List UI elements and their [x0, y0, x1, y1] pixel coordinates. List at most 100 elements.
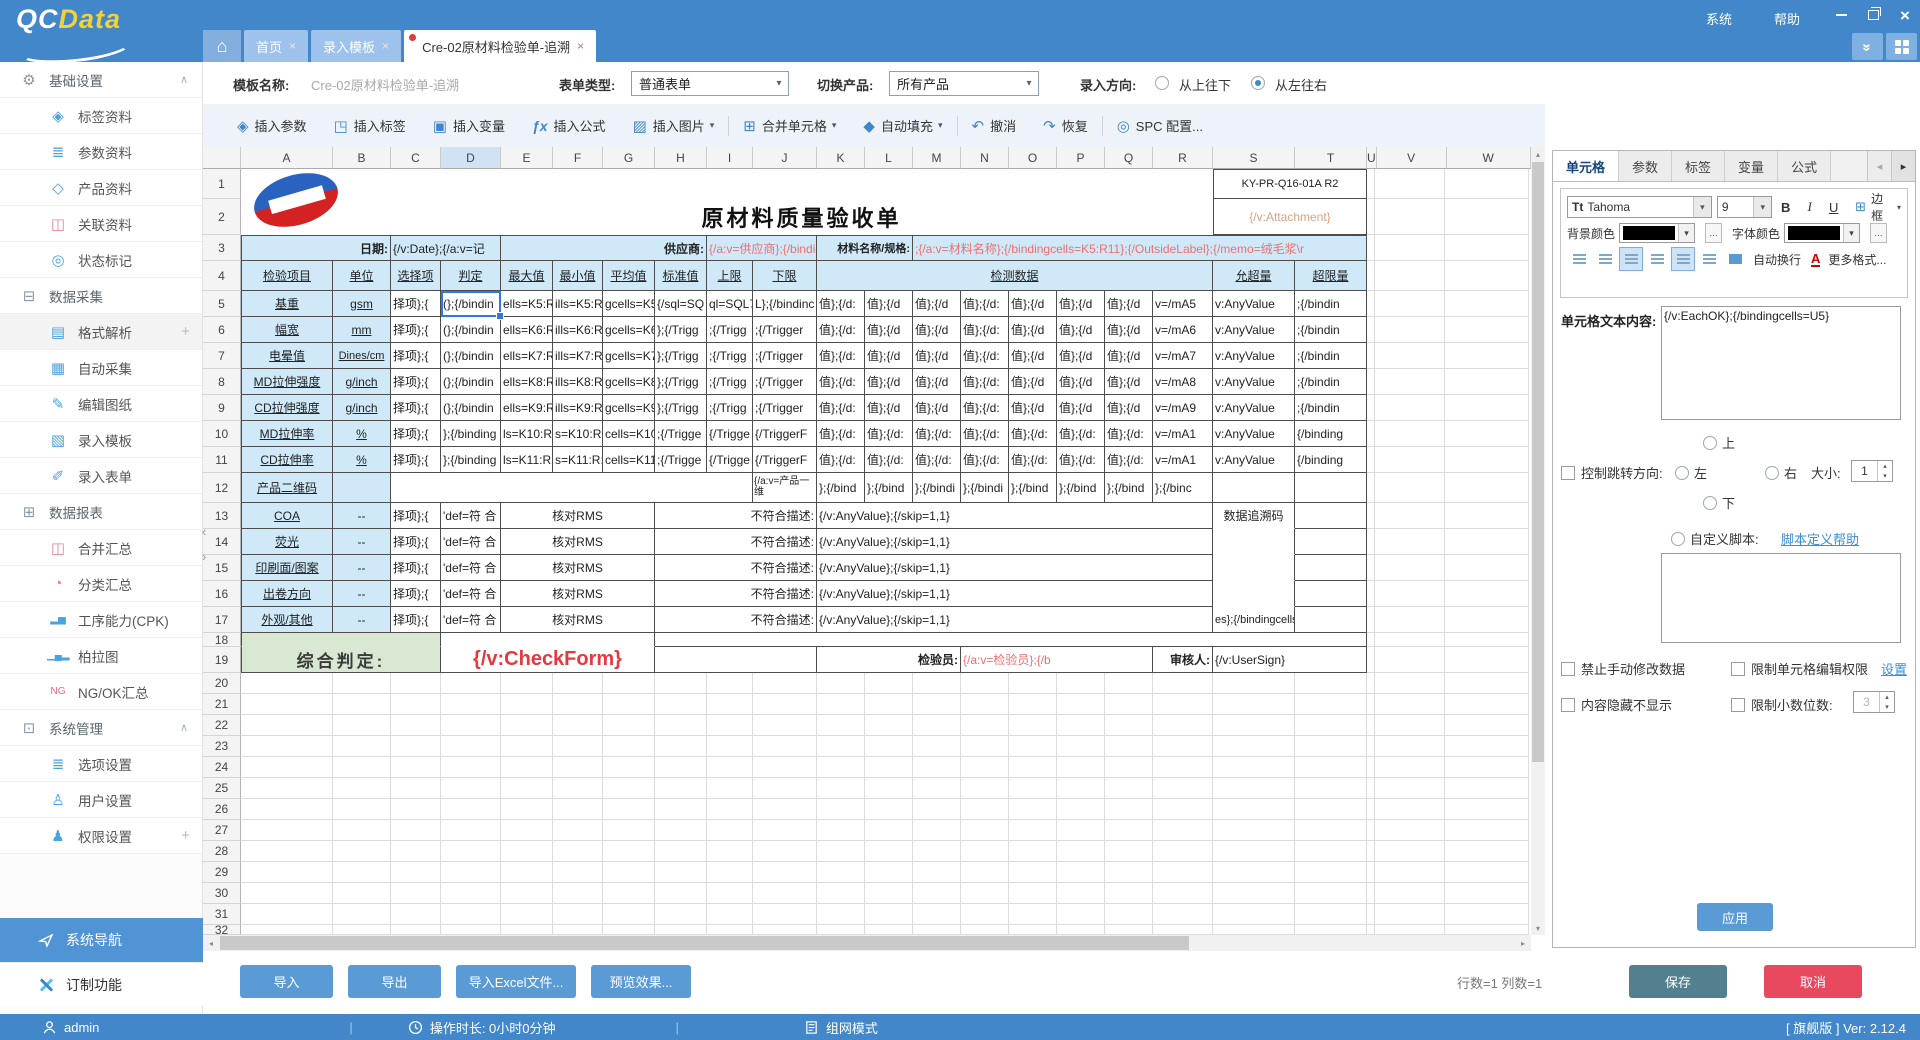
cell-H5[interactable]: {/sql=SQ [655, 291, 707, 317]
cell-L20[interactable] [865, 673, 913, 694]
cell-R7[interactable]: v=/mA7 [1153, 343, 1213, 369]
row-header-12[interactable]: 12 [203, 473, 241, 503]
panel-tab-0[interactable]: 单元格 [1553, 151, 1619, 181]
cell-K31[interactable] [817, 904, 865, 925]
row-header-32[interactable]: 32 [203, 925, 241, 935]
cell-Q9[interactable]: 值};{/d [1105, 395, 1153, 421]
cell-W13[interactable] [1445, 503, 1529, 529]
limit-edit-checkbox[interactable] [1731, 662, 1745, 676]
col-header-F[interactable]: F [553, 147, 603, 169]
cell-N23[interactable] [961, 736, 1009, 757]
cell-F25[interactable] [553, 778, 603, 799]
cell-K24[interactable] [817, 757, 865, 778]
cell-T10[interactable]: {/binding [1295, 421, 1367, 447]
cell-E20[interactable] [501, 673, 553, 694]
cell-K15[interactable]: {/v:AnyValue};{/skip=1,1} [817, 555, 1213, 581]
cell-V15[interactable] [1375, 555, 1445, 581]
cell-W15[interactable] [1445, 555, 1529, 581]
cell-D29[interactable] [441, 862, 501, 883]
cell-N26[interactable] [961, 799, 1009, 820]
cell-D28[interactable] [441, 841, 501, 862]
cell-E30[interactable] [501, 883, 553, 904]
cell-K5[interactable]: 值};{/d: [817, 291, 865, 317]
tab-home-page[interactable]: 首页× [244, 30, 308, 62]
cell-G30[interactable] [603, 883, 655, 904]
row-header-17[interactable]: 17 [203, 607, 241, 633]
cell-F9[interactable]: ills=K9:R( [553, 395, 603, 421]
cell-M12[interactable]: };{/bindi [913, 473, 961, 503]
cell-V7[interactable] [1375, 343, 1445, 369]
cell-R22[interactable] [1153, 715, 1213, 736]
cell-N21[interactable] [961, 694, 1009, 715]
cell-K30[interactable] [817, 883, 865, 904]
panel-tab-2[interactable]: 标签 [1672, 151, 1725, 181]
cell-U16[interactable] [1367, 581, 1375, 607]
cell-W11[interactable] [1445, 447, 1529, 473]
cell-R28[interactable] [1153, 841, 1213, 862]
cell-L12[interactable]: };{/bind [865, 473, 913, 503]
cell-Q29[interactable] [1105, 862, 1153, 883]
cell-V12[interactable] [1375, 473, 1445, 503]
cell-J24[interactable] [753, 757, 817, 778]
cell-A27[interactable] [241, 820, 333, 841]
cell-U13[interactable] [1367, 503, 1375, 529]
cell-J5[interactable]: L};{/bindinc [753, 291, 817, 317]
cell-J21[interactable] [753, 694, 817, 715]
align-right-button[interactable] [1697, 247, 1721, 271]
wrap-icon-button[interactable] [1723, 247, 1747, 271]
col-header-H[interactable]: H [655, 147, 707, 169]
cell-K8[interactable]: 值};{/d: [817, 369, 865, 395]
cell-F26[interactable] [553, 799, 603, 820]
cell-S8[interactable]: v:AnyValue [1213, 369, 1295, 395]
tab-cre02-template[interactable]: Cre-02原材料检验单-追溯× [404, 30, 596, 62]
collapse-caret-icon[interactable]: ∧ [180, 73, 188, 86]
form-type-select[interactable]: 普通表单 ▾ [631, 71, 789, 96]
cell-U3[interactable] [1367, 235, 1375, 261]
row-header-6[interactable]: 6 [203, 317, 241, 343]
row-header-27[interactable]: 27 [203, 820, 241, 841]
save-button[interactable]: 保存 [1629, 965, 1727, 998]
cell-T14[interactable] [1295, 529, 1367, 555]
cell-K13[interactable]: {/v:AnyValue};{/skip=1,1} [817, 503, 1213, 529]
cell-Q7[interactable]: 值};{/d [1105, 343, 1153, 369]
col-header-W[interactable]: W [1447, 147, 1531, 169]
cell-B31[interactable] [333, 904, 391, 925]
cell-W17[interactable] [1445, 607, 1529, 633]
cell-P7[interactable]: 值};{/d [1057, 343, 1105, 369]
cell-V16[interactable] [1375, 581, 1445, 607]
cell-S24[interactable] [1213, 757, 1295, 778]
cell-M24[interactable] [913, 757, 961, 778]
cell-G29[interactable] [603, 862, 655, 883]
cell-R11[interactable]: v=/mA1 [1153, 447, 1213, 473]
cell-J7[interactable]: ;{/Trigger [753, 343, 817, 369]
cell-S22[interactable] [1213, 715, 1295, 736]
cell-V3[interactable] [1375, 235, 1445, 261]
cell-D16[interactable]: 'def=符 合 [441, 581, 501, 607]
cell-L25[interactable] [865, 778, 913, 799]
cell-R21[interactable] [1153, 694, 1213, 715]
cell-B27[interactable] [333, 820, 391, 841]
vertical-scrollbar[interactable]: ▴ ▾ [1531, 147, 1545, 935]
cell-A13[interactable]: COA [241, 503, 333, 529]
cell-S28[interactable] [1213, 841, 1295, 862]
cell-D18[interactable] [441, 633, 655, 647]
cell-K3[interactable]: 材料名称/规格: [817, 235, 913, 261]
cell-J22[interactable] [753, 715, 817, 736]
cell-D15[interactable]: 'def=符 合 [441, 555, 501, 581]
cell-U12[interactable] [1367, 473, 1375, 503]
cell-H20[interactable] [655, 673, 707, 694]
cell-K6[interactable]: 值};{/d: [817, 317, 865, 343]
cell-T23[interactable] [1295, 736, 1367, 757]
sidebar-item-permission-settings[interactable]: ♟权限设置+ [0, 818, 202, 854]
cell-F21[interactable] [553, 694, 603, 715]
cell-S12[interactable] [1213, 473, 1295, 503]
col-header-Q[interactable]: Q [1105, 147, 1153, 169]
cell-O26[interactable] [1009, 799, 1057, 820]
cell-M11[interactable]: 值};{/d: [913, 447, 961, 473]
cell-H30[interactable] [655, 883, 707, 904]
cell-W20[interactable] [1445, 673, 1529, 694]
cell-D26[interactable] [441, 799, 501, 820]
cell-O6[interactable]: 值};{/d [1009, 317, 1057, 343]
cell-B15[interactable]: -- [333, 555, 391, 581]
pin-plus-icon[interactable]: + [181, 323, 190, 340]
